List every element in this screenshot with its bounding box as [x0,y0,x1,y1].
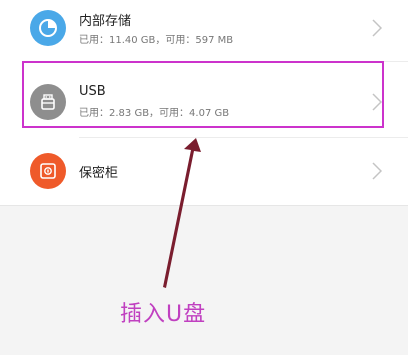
storage-item-safe[interactable]: 保密柜 [0,138,408,204]
storage-item-name: USB [79,84,106,99]
pie-chart-icon [30,10,66,46]
annotation-label: 插入U盘 [120,302,207,327]
safe-icon [30,153,66,189]
pie-chart-glyph [39,19,57,37]
chevron-right-icon [372,19,383,37]
storage-item-name: 保密柜 [79,166,119,181]
safe-glyph [40,163,56,179]
chevron-right-icon [372,162,383,180]
storage-item-usage: 已用：11.40 GB，可用：597 MB [79,35,234,46]
usb-drive-icon [30,84,66,120]
storage-item-name: 内部存储 [79,14,132,29]
storage-item-usage: 已用：2.83 GB，可用：4.07 GB [79,108,230,119]
divider [79,61,408,62]
storage-item-usb[interactable]: USB 已用：2.83 GB，可用：4.07 GB [0,66,408,132]
storage-item-internal[interactable]: 内部存储 已用：11.40 GB，可用：597 MB [0,0,408,61]
usb-drive-glyph [41,94,55,110]
storage-list: 内部存储 已用：11.40 GB，可用：597 MB USB 已用：2.83 G… [0,0,408,206]
chevron-right-icon [372,93,383,111]
